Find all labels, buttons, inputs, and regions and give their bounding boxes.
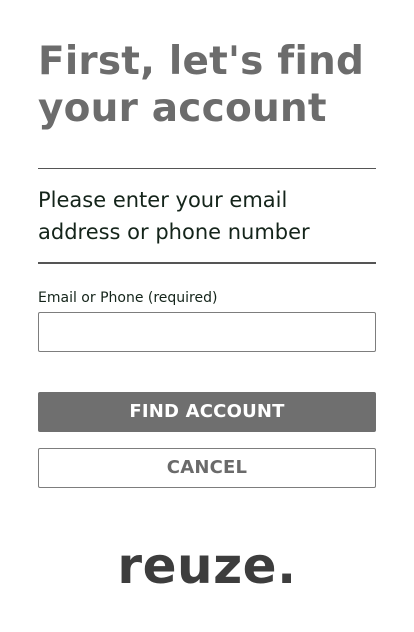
email-phone-input[interactable] [38,312,376,352]
top-divider [38,168,376,169]
reuze-logo: reuze. [117,537,297,595]
find-account-button[interactable]: FIND ACCOUNT [38,392,376,432]
page-title: First, let's find your account [38,39,365,131]
cancel-button[interactable]: CANCEL [38,448,376,488]
email-phone-label: Email or Phone (required) [38,290,218,306]
instructions-text: Please enter your email address or phone… [38,188,310,244]
bottom-divider [38,262,376,264]
